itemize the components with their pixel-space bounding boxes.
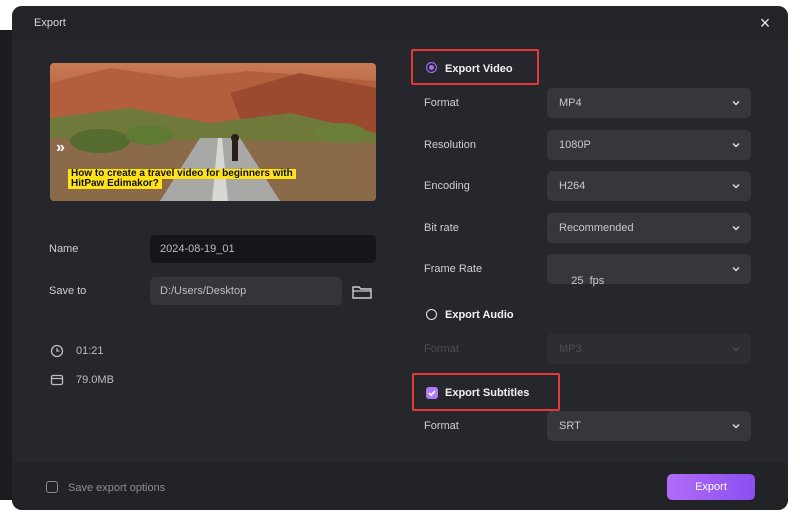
export-video-radio[interactable] <box>426 62 437 73</box>
preview-arrows-icon: » <box>56 139 65 156</box>
save-export-options-label[interactable]: Save export options <box>68 482 165 494</box>
bit-rate-select[interactable]: Recommended <box>547 213 751 243</box>
name-input[interactable]: 2024-08-19_01 <box>150 235 376 263</box>
export-subtitles-heading[interactable]: Export Subtitles <box>445 387 529 399</box>
file-size-value: 79.0MB <box>76 374 114 386</box>
resolution-label: Resolution <box>424 139 476 151</box>
audio-format-label: Format <box>424 343 459 355</box>
save-export-options-checkbox[interactable] <box>46 481 58 493</box>
subtitle-format-select[interactable]: SRT <box>547 411 751 441</box>
chevron-down-icon <box>732 183 740 189</box>
save-to-label: Save to <box>49 285 87 297</box>
preview-caption-line2: HitPaw Edimakor? <box>68 179 162 189</box>
video-format-label: Format <box>424 97 459 109</box>
encoding-select[interactable]: H264 <box>547 171 751 201</box>
duration-value: 01:21 <box>76 345 104 357</box>
save-to-input[interactable]: D:/Users/Desktop <box>150 277 342 305</box>
dialog-titlebar: Export × <box>12 6 788 40</box>
name-label: Name <box>49 243 79 255</box>
resolution-select[interactable]: 1080P <box>547 130 751 160</box>
frame-rate-select[interactable]: 25 fps <box>547 254 751 287</box>
chevron-down-icon <box>732 100 740 106</box>
encoding-value: H264 <box>559 180 586 192</box>
file-size-icon <box>50 374 64 386</box>
export-button[interactable]: Export <box>667 474 755 500</box>
background-window-edge <box>0 30 12 500</box>
export-dialog: Export × » How to create a travel video … <box>12 6 788 510</box>
export-subtitles-checkbox[interactable] <box>426 387 438 399</box>
encoding-label: Encoding <box>424 180 470 192</box>
video-format-select[interactable]: MP4 <box>547 88 751 118</box>
checkmark-icon <box>428 390 436 397</box>
resolution-value: 1080P <box>559 139 591 151</box>
subtitle-format-value: SRT <box>559 420 581 432</box>
folder-icon[interactable] <box>352 285 372 299</box>
audio-format-value: MP3 <box>559 343 582 355</box>
chevron-down-icon <box>732 142 740 148</box>
video-format-value: MP4 <box>559 97 582 109</box>
frame-rate-value: 25 fps <box>571 275 605 287</box>
chevron-down-icon <box>732 266 740 272</box>
bit-rate-value: Recommended <box>559 222 634 234</box>
video-preview: » How to create a travel video for begin… <box>50 63 376 201</box>
clock-icon <box>50 344 64 358</box>
preview-caption: How to create a travel video for beginne… <box>68 169 296 189</box>
chevron-down-icon <box>732 423 740 429</box>
close-icon[interactable]: × <box>754 12 776 34</box>
chevron-down-icon <box>732 346 740 352</box>
dialog-title: Export <box>34 17 66 29</box>
frame-rate-label: Frame Rate <box>424 263 483 275</box>
chevron-down-icon <box>732 225 740 231</box>
export-video-heading[interactable]: Export Video <box>445 63 513 75</box>
export-audio-heading[interactable]: Export Audio <box>445 309 514 321</box>
audio-format-select: MP3 <box>547 334 751 364</box>
export-audio-radio[interactable] <box>426 309 437 320</box>
subtitle-format-label: Format <box>424 420 459 432</box>
bit-rate-label: Bit rate <box>424 222 459 234</box>
